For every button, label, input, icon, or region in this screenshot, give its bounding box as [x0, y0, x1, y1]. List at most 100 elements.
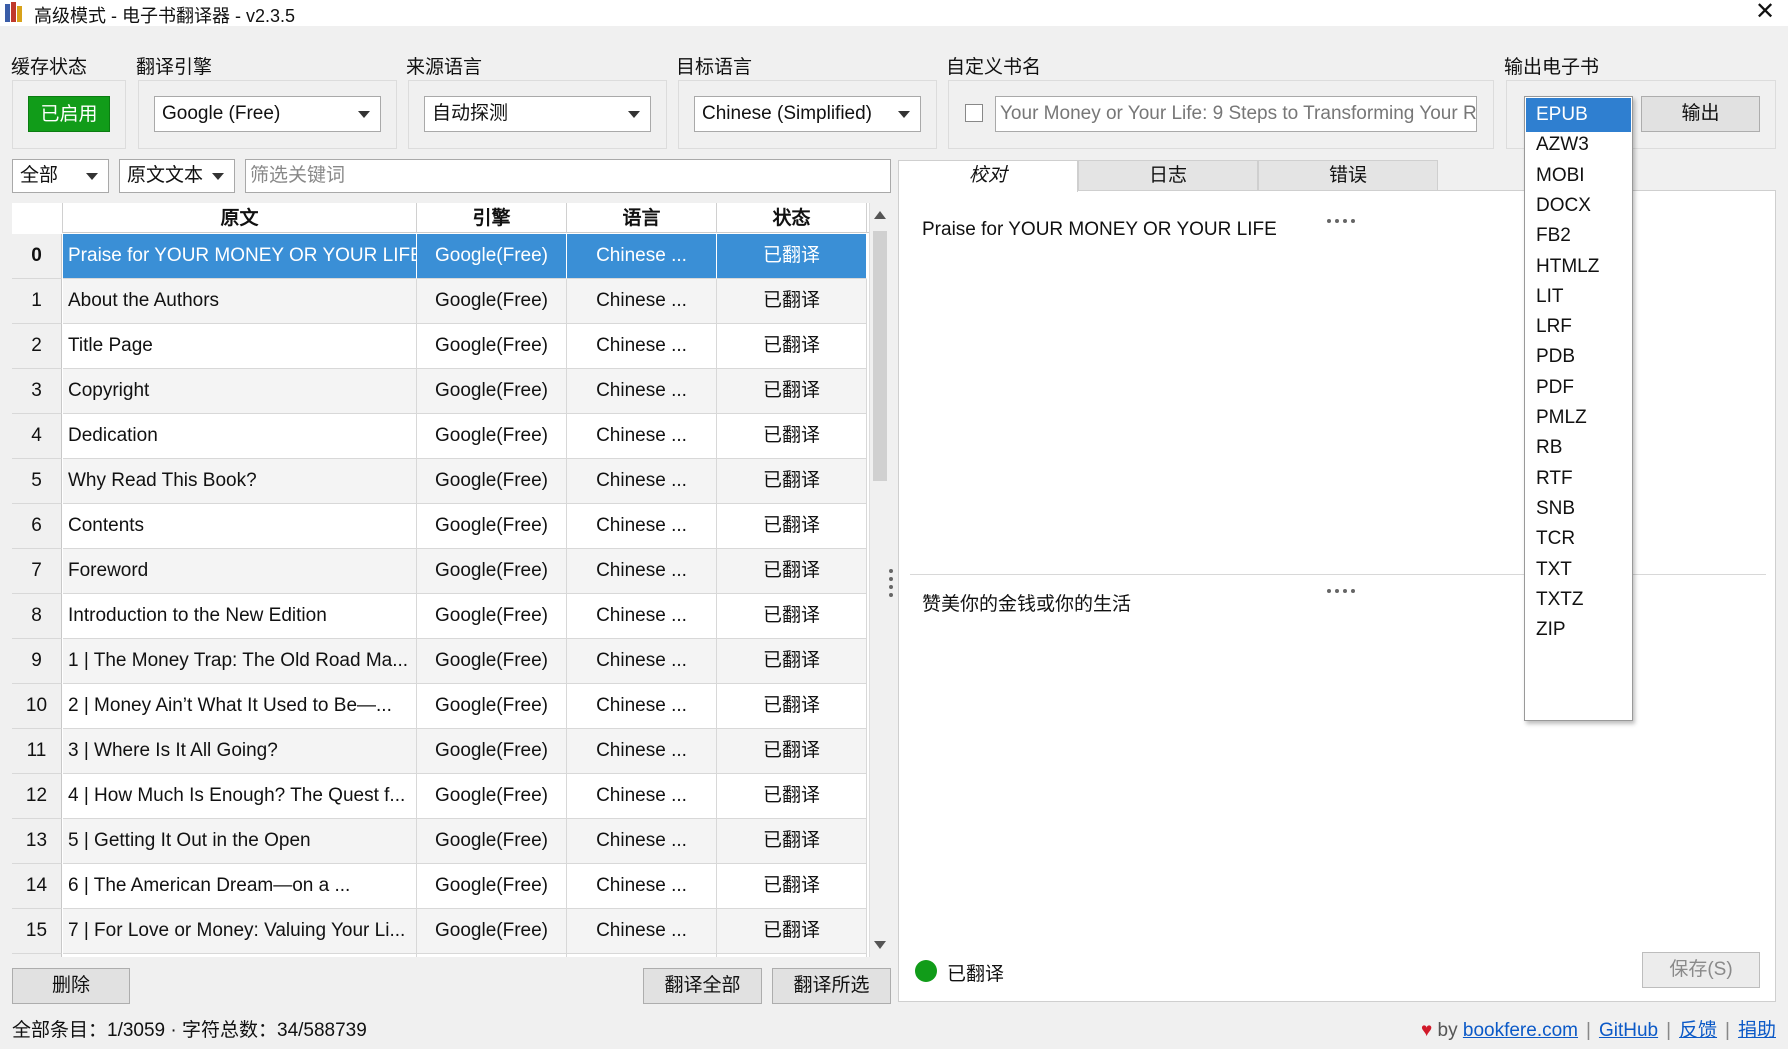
cell-status[interactable]	[717, 954, 867, 957]
save-button[interactable]: 保存(S)	[1642, 952, 1760, 988]
cell-status[interactable]: 已翻译	[717, 234, 867, 279]
site-link[interactable]: bookfere.com	[1463, 1020, 1578, 1041]
header-language[interactable]: 语言	[567, 203, 717, 233]
table-row[interactable]: 4 Dedication Google(Free) Chinese ... 已翻译	[12, 414, 869, 459]
format-option-txtz[interactable]: TXTZ	[1526, 583, 1631, 617]
format-option-txt[interactable]: TXT	[1526, 553, 1631, 587]
row-index[interactable]: 6	[12, 504, 62, 549]
cell-status[interactable]: 已翻译	[717, 549, 867, 594]
format-option-azw3[interactable]: AZW3	[1526, 128, 1631, 162]
table-row[interactable]: 16	[12, 954, 869, 957]
table-row[interactable]: 13 5 | Getting It Out in the Open Google(F…	[12, 819, 869, 864]
cell-source[interactable]: Praise for YOUR MONEY OR YOUR LIFE	[63, 234, 417, 279]
row-index[interactable]: 5	[12, 459, 62, 504]
row-index[interactable]: 12	[12, 774, 62, 819]
format-option-lrf[interactable]: LRF	[1526, 310, 1631, 344]
table-row[interactable]: 0 Praise for YOUR MONEY OR YOUR LIFE Googl…	[12, 234, 869, 279]
format-option-rb[interactable]: RB	[1526, 431, 1631, 465]
filter-keyword-input[interactable]: 筛选关键词	[245, 159, 891, 193]
format-option-zip[interactable]: ZIP	[1526, 613, 1631, 647]
scroll-up-icon[interactable]	[874, 211, 886, 219]
cell-status[interactable]: 已翻译	[717, 639, 867, 684]
cell-status[interactable]: 已翻译	[717, 729, 867, 774]
table-row[interactable]: 2 Title Page Google(Free) Chinese ... 已翻译	[12, 324, 869, 369]
cell-language[interactable]: Chinese ...	[567, 639, 717, 684]
cell-source[interactable]: 3 | Where Is It All Going?	[63, 729, 417, 774]
row-index[interactable]: 13	[12, 819, 62, 864]
cell-engine[interactable]: Google(Free)	[417, 774, 567, 819]
cell-source[interactable]: 5 | Getting It Out in the Open	[63, 819, 417, 864]
cell-engine[interactable]	[417, 954, 567, 957]
source-text[interactable]: Praise for YOUR MONEY OR YOUR LIFE	[922, 219, 1277, 241]
feedback-link[interactable]: 反馈	[1679, 1020, 1717, 1041]
format-option-pdf[interactable]: PDF	[1526, 371, 1631, 405]
format-option-fb2[interactable]: FB2	[1526, 219, 1631, 253]
cell-status[interactable]: 已翻译	[717, 594, 867, 639]
row-index[interactable]: 15	[12, 909, 62, 954]
cell-source[interactable]	[63, 954, 417, 957]
cell-source[interactable]: Copyright	[63, 369, 417, 414]
cell-source[interactable]: 7 | For Love or Money: Valuing Your Li..…	[63, 909, 417, 954]
cell-engine[interactable]: Google(Free)	[417, 414, 567, 459]
format-option-pmlz[interactable]: PMLZ	[1526, 401, 1631, 435]
format-option-epub[interactable]: EPUB	[1526, 98, 1631, 132]
row-index[interactable]: 3	[12, 369, 62, 414]
cell-language[interactable]: Chinese ...	[567, 504, 717, 549]
translated-text[interactable]: 赞美你的金钱或你的生活	[922, 589, 1131, 616]
cell-source[interactable]: About the Authors	[63, 279, 417, 324]
cell-engine[interactable]: Google(Free)	[417, 729, 567, 774]
table-row[interactable]: 10 2 | Money Ain’t What It Used to Be—...…	[12, 684, 869, 729]
format-option-rtf[interactable]: RTF	[1526, 462, 1631, 496]
delete-button[interactable]: 删除	[12, 968, 130, 1004]
cache-enabled-button[interactable]: 已启用	[28, 96, 110, 132]
cell-source[interactable]: Contents	[63, 504, 417, 549]
cell-language[interactable]: Chinese ...	[567, 369, 717, 414]
header-engine[interactable]: 引擎	[417, 203, 567, 233]
cell-language[interactable]	[567, 954, 717, 957]
cell-engine[interactable]: Google(Free)	[417, 279, 567, 324]
cell-language[interactable]: Chinese ...	[567, 324, 717, 369]
cell-engine[interactable]: Google(Free)	[417, 549, 567, 594]
cell-language[interactable]: Chinese ...	[567, 684, 717, 729]
github-link[interactable]: GitHub	[1599, 1020, 1658, 1041]
cell-language[interactable]: Chinese ...	[567, 774, 717, 819]
header-source[interactable]: 原文	[63, 203, 417, 233]
cell-language[interactable]: Chinese ...	[567, 729, 717, 774]
cell-engine[interactable]: Google(Free)	[417, 909, 567, 954]
filter-field-select[interactable]: 原文文本	[119, 159, 235, 193]
custom-title-checkbox[interactable]	[965, 104, 983, 122]
cell-source[interactable]: 1 | The Money Trap: The Old Road Ma...	[63, 639, 417, 684]
table-row[interactable]: 6 Contents Google(Free) Chinese ... 已翻译	[12, 504, 869, 549]
cell-engine[interactable]: Google(Free)	[417, 684, 567, 729]
cell-engine[interactable]: Google(Free)	[417, 504, 567, 549]
row-index[interactable]: 7	[12, 549, 62, 594]
table-row[interactable]: 91 | The Money Trap: The Old Road Ma... G…	[12, 639, 869, 684]
cell-source[interactable]: Foreword	[63, 549, 417, 594]
cell-language[interactable]: Chinese ...	[567, 549, 717, 594]
cell-language[interactable]: Chinese ...	[567, 909, 717, 954]
tab-errors[interactable]: 错误	[1258, 160, 1438, 191]
row-index[interactable]: 11	[12, 729, 62, 774]
table-row[interactable]: 14 6 | The American Dream—on a ... Google(…	[12, 864, 869, 909]
row-index[interactable]: 8	[12, 594, 62, 639]
row-index[interactable]: 10	[12, 684, 62, 729]
format-option-pdb[interactable]: PDB	[1526, 340, 1631, 374]
cell-source[interactable]: Dedication	[63, 414, 417, 459]
cell-engine[interactable]: Google(Free)	[417, 639, 567, 684]
cell-status[interactable]: 已翻译	[717, 909, 867, 954]
cell-language[interactable]: Chinese ...	[567, 864, 717, 909]
cell-status[interactable]: 已翻译	[717, 324, 867, 369]
table-scrollbar[interactable]	[869, 203, 889, 957]
cell-status[interactable]: 已翻译	[717, 414, 867, 459]
table-row[interactable]: 8 Introduction to the New Edition Google(F…	[12, 594, 869, 639]
cell-status[interactable]: 已翻译	[717, 504, 867, 549]
filter-scope-select[interactable]: 全部	[12, 159, 109, 193]
cell-status[interactable]: 已翻译	[717, 684, 867, 729]
output-button[interactable]: 输出	[1641, 96, 1760, 132]
table-row[interactable]: 11 3 | Where Is It All Going? Google(Free)…	[12, 729, 869, 774]
tab-review[interactable]: 校对	[898, 160, 1078, 192]
target-lang-select[interactable]: Chinese (Simplified)	[694, 96, 921, 132]
cell-status[interactable]: 已翻译	[717, 819, 867, 864]
cell-engine[interactable]: Google(Free)	[417, 324, 567, 369]
format-option-mobi[interactable]: MOBI	[1526, 159, 1631, 193]
